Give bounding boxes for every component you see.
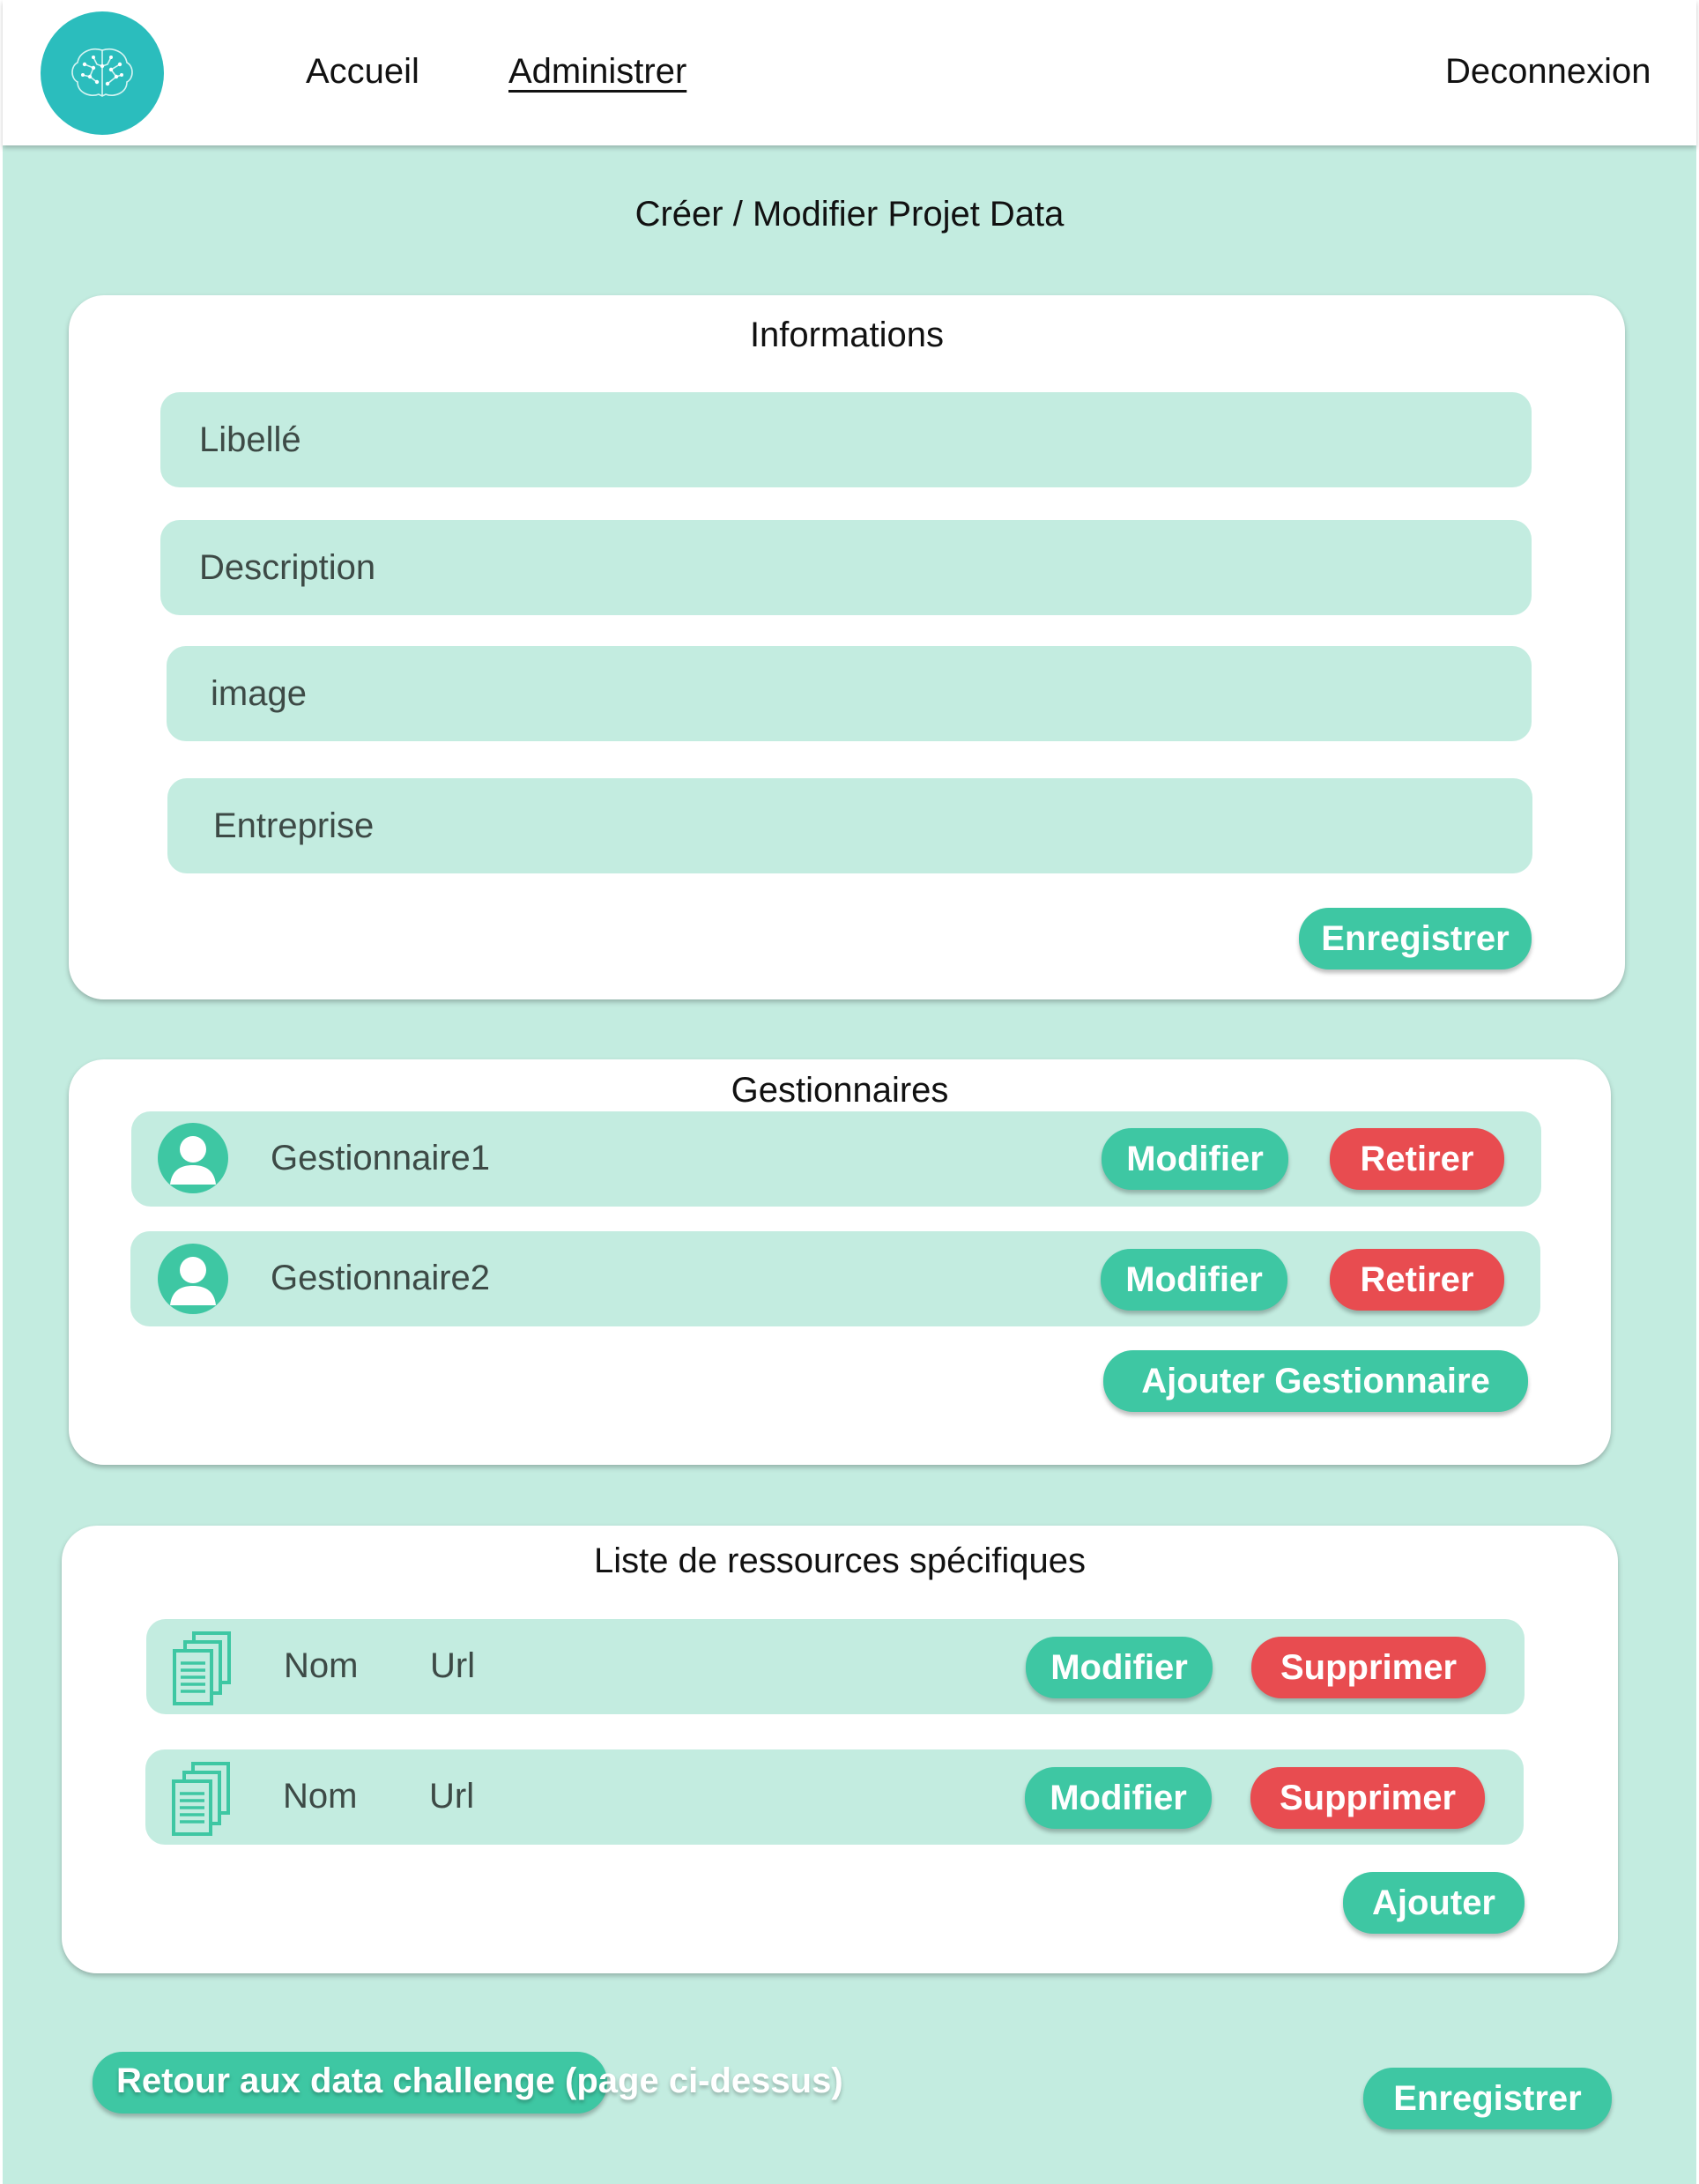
delete-resource-button[interactable]: Supprimer — [1250, 1767, 1485, 1829]
resource-url: Url — [429, 1777, 475, 1816]
delete-resource-button[interactable]: Supprimer — [1251, 1637, 1486, 1698]
nav-accueil[interactable]: Accueil — [306, 49, 419, 93]
modify-gestionnaire-button[interactable]: Modifier — [1102, 1128, 1288, 1190]
resource-name: Nom — [284, 1646, 359, 1685]
logout-link[interactable]: Deconnexion — [1445, 49, 1651, 93]
modify-resource-button[interactable]: Modifier — [1025, 1767, 1212, 1829]
page-title: Créer / Modifier Projet Data — [634, 195, 1065, 234]
add-gestionnaire-button[interactable]: Ajouter Gestionnaire — [1103, 1350, 1528, 1412]
resource-row: Nom Url Modifier Supprimer — [146, 1619, 1525, 1714]
modify-resource-button[interactable]: Modifier — [1026, 1637, 1213, 1698]
informations-title: Informations — [749, 316, 945, 354]
app-logo[interactable] — [41, 11, 164, 135]
gestionnaires-card: Gestionnaires Gestionnaire1 Modifier Ret… — [69, 1059, 1611, 1465]
gestionnaires-title: Gestionnaires — [731, 1071, 949, 1110]
back-to-challenges-label: Retour aux data challenge (page ci-dessu… — [116, 2061, 843, 2100]
entreprise-field[interactable] — [167, 778, 1532, 873]
resource-url: Url — [430, 1646, 476, 1685]
nav-administrer[interactable]: Administrer — [508, 49, 686, 93]
libelle-field[interactable] — [160, 392, 1532, 487]
resource-name: Nom — [283, 1777, 358, 1816]
entreprise-input[interactable] — [211, 805, 1532, 847]
user-avatar-icon — [158, 1244, 228, 1314]
add-resource-button[interactable]: Ajouter — [1343, 1872, 1525, 1934]
gestionnaire-name: Gestionnaire2 — [271, 1259, 491, 1297]
informations-card: Informations Enregistrer — [69, 295, 1625, 999]
footer-save-button[interactable]: Enregistrer — [1363, 2068, 1612, 2129]
libelle-input[interactable] — [197, 419, 1532, 461]
gestionnaire-row: Gestionnaire1 Modifier Retirer — [131, 1111, 1541, 1207]
gestionnaire-row: Gestionnaire2 Modifier Retirer — [130, 1231, 1540, 1326]
top-navigation-bar: Accueil Administrer Deconnexion — [3, 0, 1696, 145]
description-input[interactable] — [197, 546, 1532, 589]
remove-gestionnaire-button[interactable]: Retirer — [1330, 1249, 1504, 1311]
user-avatar-icon — [158, 1123, 228, 1193]
resource-row: Nom Url Modifier Supprimer — [145, 1749, 1524, 1845]
documents-icon — [172, 1762, 230, 1836]
image-field[interactable] — [167, 646, 1532, 741]
image-input[interactable] — [209, 672, 1532, 715]
brain-circuit-icon — [71, 48, 133, 97]
remove-gestionnaire-button[interactable]: Retirer — [1330, 1128, 1504, 1190]
ressources-title: Liste de ressources spécifiques — [593, 1541, 1087, 1580]
gestionnaire-name: Gestionnaire1 — [271, 1139, 491, 1177]
modify-gestionnaire-button[interactable]: Modifier — [1101, 1249, 1287, 1311]
informations-save-button[interactable]: Enregistrer — [1299, 908, 1532, 969]
ressources-card: Liste de ressources spécifiques Nom Url … — [62, 1526, 1618, 1973]
description-field[interactable] — [160, 520, 1532, 615]
documents-icon — [173, 1631, 231, 1705]
